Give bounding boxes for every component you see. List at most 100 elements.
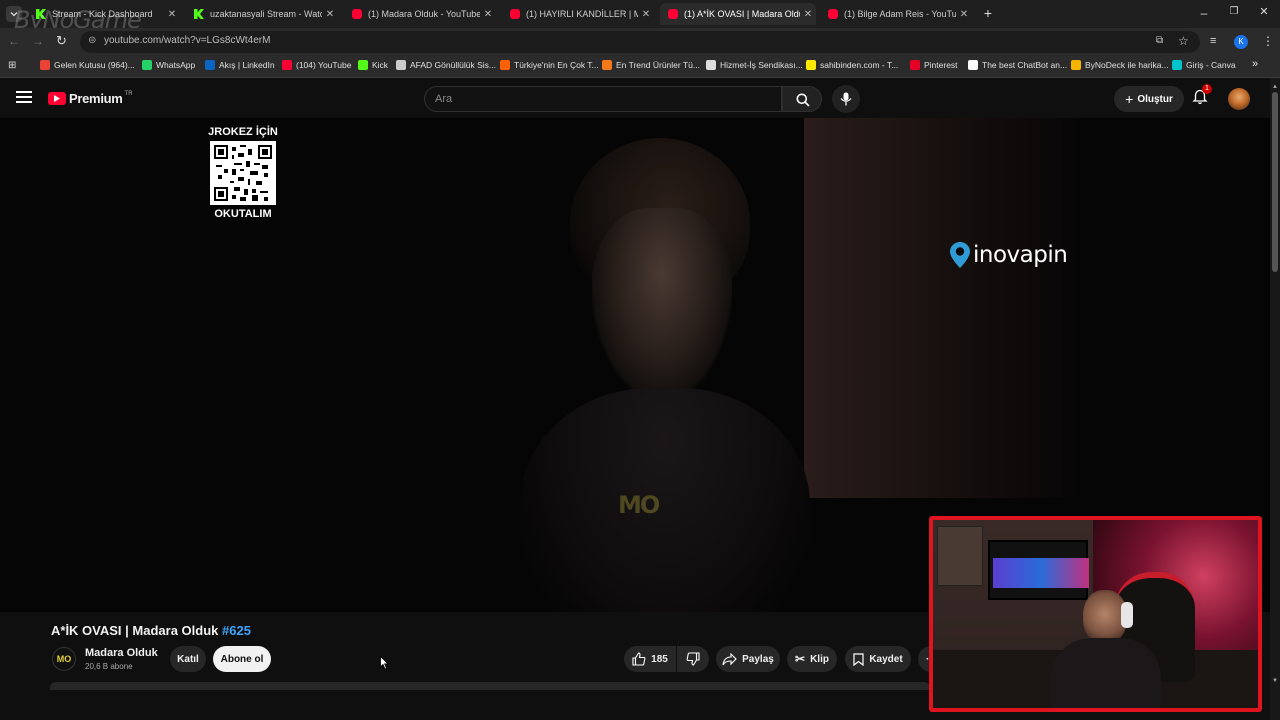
streamer-webcam	[929, 516, 1262, 712]
hamburger-menu-icon[interactable]	[16, 91, 32, 103]
create-button[interactable]: + Oluştur	[1114, 86, 1184, 112]
voice-search-button[interactable]	[832, 85, 860, 113]
save-button[interactable]: Kaydet	[845, 646, 911, 672]
bookmark-favicon-icon	[806, 60, 816, 70]
microphone-icon	[840, 92, 852, 106]
bookmark-favicon-icon	[396, 60, 406, 70]
address-bar[interactable]: ⊜ youtube.com/watch?v=LGs8cWt4erM ⧉ ☆	[80, 31, 1200, 53]
bookmark-label: The best ChatBot an...	[982, 60, 1068, 70]
bookmark-item[interactable]: Kick	[358, 60, 388, 70]
thumbs-down-icon	[686, 652, 700, 666]
webcam-headphones	[1121, 602, 1133, 628]
browser-tab[interactable]: (1) Madara Olduk - YouTube ✕	[344, 3, 496, 25]
bookmark-item[interactable]: WhatsApp	[142, 60, 195, 70]
mouse-cursor-icon	[380, 656, 389, 670]
maximize-button[interactable]: ❐	[1226, 6, 1242, 22]
bookmark-favicon-icon	[1071, 60, 1081, 70]
browser-tab[interactable]: uzaktanasyali Stream - Watch L ✕	[186, 3, 338, 25]
youtube-icon	[828, 9, 838, 19]
url-text: youtube.com/watch?v=LGs8cWt4erM	[104, 35, 271, 46]
bookmark-item[interactable]: AFAD Gönüllülük Sis...	[396, 60, 496, 70]
page-scrollbar[interactable]: ▲ ▼	[1270, 78, 1280, 720]
youtube-logo[interactable]: Premium TR	[48, 91, 133, 106]
share-icon	[722, 652, 737, 665]
join-button[interactable]: Katıl	[170, 646, 206, 672]
close-icon[interactable]: ✕	[322, 9, 338, 20]
minimize-button[interactable]: –	[1196, 6, 1212, 22]
channel-name[interactable]: Madara Olduk	[85, 647, 158, 659]
back-button[interactable]: ←	[8, 34, 24, 50]
bookmark-favicon-icon	[968, 60, 978, 70]
site-info-icon[interactable]: ⊜	[88, 35, 96, 46]
bookmark-item[interactable]: Hizmet-İş Sendikası...	[706, 60, 803, 70]
channel-avatar[interactable]: MO	[52, 647, 76, 671]
bookmark-item[interactable]: sahibinden.com - T...	[806, 60, 898, 70]
new-tab-button[interactable]: +	[980, 5, 996, 21]
plus-icon: +	[1125, 91, 1134, 107]
like-button[interactable]: 185	[624, 646, 676, 672]
bookmark-favicon-icon	[500, 60, 510, 70]
media-controls-icon[interactable]: ≡	[1210, 35, 1216, 47]
tab-title: uzaktanasyali Stream - Watch L	[210, 9, 322, 19]
account-avatar[interactable]	[1228, 88, 1250, 110]
bookmark-star-icon[interactable]: ☆	[1178, 34, 1189, 48]
subscribe-button[interactable]: Abone ol	[213, 646, 271, 672]
search-box[interactable]	[424, 86, 782, 112]
youtube-header: Premium TR + Oluştur 1	[0, 78, 1280, 118]
bookmark-icon	[853, 652, 864, 666]
browser-menu-icon[interactable]: ⋮	[1262, 34, 1274, 48]
close-window-button[interactable]: ✕	[1256, 5, 1272, 21]
save-label: Kaydet	[869, 653, 903, 665]
bookmark-item[interactable]: (104) YouTube	[282, 60, 351, 70]
bookmarks-bar: ⊞ Gelen Kutusu (964)... WhatsApp Akış | Li…	[0, 56, 1280, 78]
close-icon[interactable]: ✕	[638, 9, 654, 20]
close-icon[interactable]: ✕	[480, 9, 496, 20]
search-button[interactable]	[782, 86, 822, 112]
install-app-icon[interactable]: ⧉	[1156, 35, 1163, 46]
apps-grid-icon[interactable]: ⊞	[8, 60, 16, 71]
browser-tab[interactable]: (1) HAYIRLI KANDİLLER | Madar ✕	[502, 3, 654, 25]
title-text: A*İK OVASI | Madara Olduk	[51, 623, 219, 638]
forward-button[interactable]: →	[32, 34, 48, 50]
scrollbar-thumb[interactable]	[1272, 92, 1278, 272]
share-button[interactable]: Paylaş	[716, 646, 780, 672]
bookmark-item[interactable]: Gelen Kutusu (964)...	[40, 60, 135, 70]
dislike-button[interactable]	[677, 646, 709, 672]
webcam-monitor-screen	[993, 558, 1089, 588]
video-title: A*İK OVASI | Madara Olduk #625	[51, 623, 251, 638]
bookmark-item[interactable]: Akış | LinkedIn	[205, 60, 275, 70]
bookmark-item[interactable]: The best ChatBot an...	[968, 60, 1067, 70]
close-icon[interactable]: ✕	[164, 9, 180, 20]
bookmark-item[interactable]: Pinterest	[910, 60, 958, 70]
profile-avatar[interactable]: K	[1234, 35, 1248, 49]
bookmark-item[interactable]: ByNoDeck ile harika...	[1071, 60, 1169, 70]
more-bookmarks-button[interactable]: »	[1252, 58, 1258, 70]
browser-tab-active[interactable]: (1) A*İK OVASI | Madara Olduk ✕	[660, 3, 816, 25]
episode-hashtag-link[interactable]: #625	[222, 623, 251, 638]
scissors-icon: ✂	[795, 652, 806, 666]
reload-button[interactable]: ↻	[56, 33, 72, 49]
bookmark-item[interactable]: Türkiye'nin En Çok T...	[500, 60, 599, 70]
bookmark-label: Kick	[372, 60, 389, 70]
bookmark-label: Akış | LinkedIn	[219, 60, 275, 70]
bookmark-label: (104) YouTube	[296, 60, 352, 70]
qr-overlay: JROKEZ İÇİN OKUTALIM	[200, 126, 286, 234]
bookmark-item[interactable]: En Trend Ürünler Tü...	[602, 60, 700, 70]
search-input[interactable]	[425, 87, 781, 111]
browser-tab[interactable]: (1) Bilge Adam Reis - YouTube ✕	[820, 3, 972, 25]
notifications-button[interactable]: 1	[1192, 84, 1212, 107]
bookmark-label: Gelen Kutusu (964)...	[54, 60, 135, 70]
bookmark-item[interactable]: Giriş - Canva	[1172, 60, 1236, 70]
clip-button[interactable]: ✂ Klip	[787, 646, 837, 672]
subscriber-count: 20,6 B abone	[85, 662, 133, 671]
bookmark-favicon-icon	[40, 60, 50, 70]
bookmark-label: AFAD Gönüllülük Sis...	[410, 60, 496, 70]
share-label: Paylaş	[742, 653, 774, 665]
like-count: 185	[651, 653, 668, 665]
bookmark-favicon-icon	[205, 60, 215, 70]
search-icon	[796, 93, 810, 107]
close-icon[interactable]: ✕	[956, 9, 972, 20]
background-wall	[804, 118, 1076, 498]
close-icon[interactable]: ✕	[800, 9, 816, 20]
video-watermark-logo: MO	[618, 491, 660, 519]
